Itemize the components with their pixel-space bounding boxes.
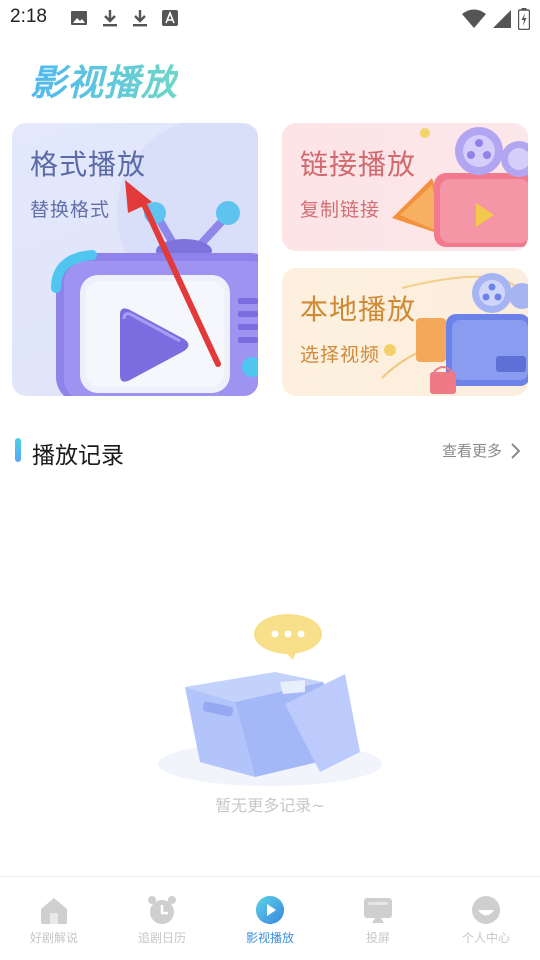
- home-icon: [41, 898, 67, 924]
- profile-icon: [472, 896, 500, 924]
- wifi-icon: [462, 9, 486, 28]
- section-accent-bar: [15, 438, 21, 462]
- download-icon: [133, 10, 147, 27]
- tab-label: 好剧解说: [29, 931, 78, 945]
- tab-personal-center[interactable]: 个人中心: [432, 877, 540, 960]
- see-more-label: 查看更多: [441, 442, 502, 460]
- signal-icon: [493, 10, 511, 28]
- empty-state-text: 暂无更多记录~: [215, 796, 325, 815]
- link-play-card[interactable]: 链接播放 复制链接: [282, 123, 528, 251]
- local-play-card[interactable]: 本地播放 选择视频: [282, 268, 528, 396]
- tab-label: 追剧日历: [137, 931, 186, 945]
- image-icon: [71, 11, 87, 25]
- link-play-subtitle: 复制链接: [300, 199, 381, 221]
- download-icon: [103, 10, 117, 27]
- tab-cast-screen[interactable]: 投屏: [324, 877, 432, 960]
- tab-label: 投屏: [365, 931, 390, 945]
- battery-charging-icon: [518, 8, 530, 30]
- history-section-title: 播放记录: [32, 443, 124, 469]
- alarm-clock-icon: [148, 896, 176, 924]
- bottom-tab-bar: 好剧解说 追剧日历 影视播放 投屏 个人中心: [0, 876, 540, 960]
- tab-label: 个人中心: [461, 931, 510, 945]
- tab-drama-calendar[interactable]: 追剧日历: [108, 877, 216, 960]
- tab-label: 影视播放: [245, 931, 294, 945]
- format-play-subtitle: 替换格式: [30, 199, 111, 221]
- chevron-right-icon: [511, 442, 520, 459]
- link-play-title: 链接播放: [300, 148, 417, 181]
- local-play-subtitle: 选择视频: [300, 344, 381, 366]
- empty-box-illustration: [158, 614, 382, 786]
- format-play-title: 格式播放: [30, 148, 147, 181]
- see-more-link[interactable]: 查看更多: [442, 440, 520, 461]
- tab-video-play[interactable]: 影视播放: [216, 877, 324, 960]
- cast-screen-icon: [364, 898, 392, 923]
- status-bar: 2:18: [0, 0, 540, 36]
- tab-good-drama[interactable]: 好剧解说: [0, 877, 108, 960]
- font-icon: [162, 10, 178, 26]
- format-play-card[interactable]: 格式播放 替换格式: [12, 123, 258, 396]
- status-time: 2:18: [10, 6, 47, 27]
- app-logo: 影视播放: [30, 54, 178, 106]
- local-play-title: 本地播放: [300, 293, 417, 326]
- play-circle-icon: [256, 896, 284, 924]
